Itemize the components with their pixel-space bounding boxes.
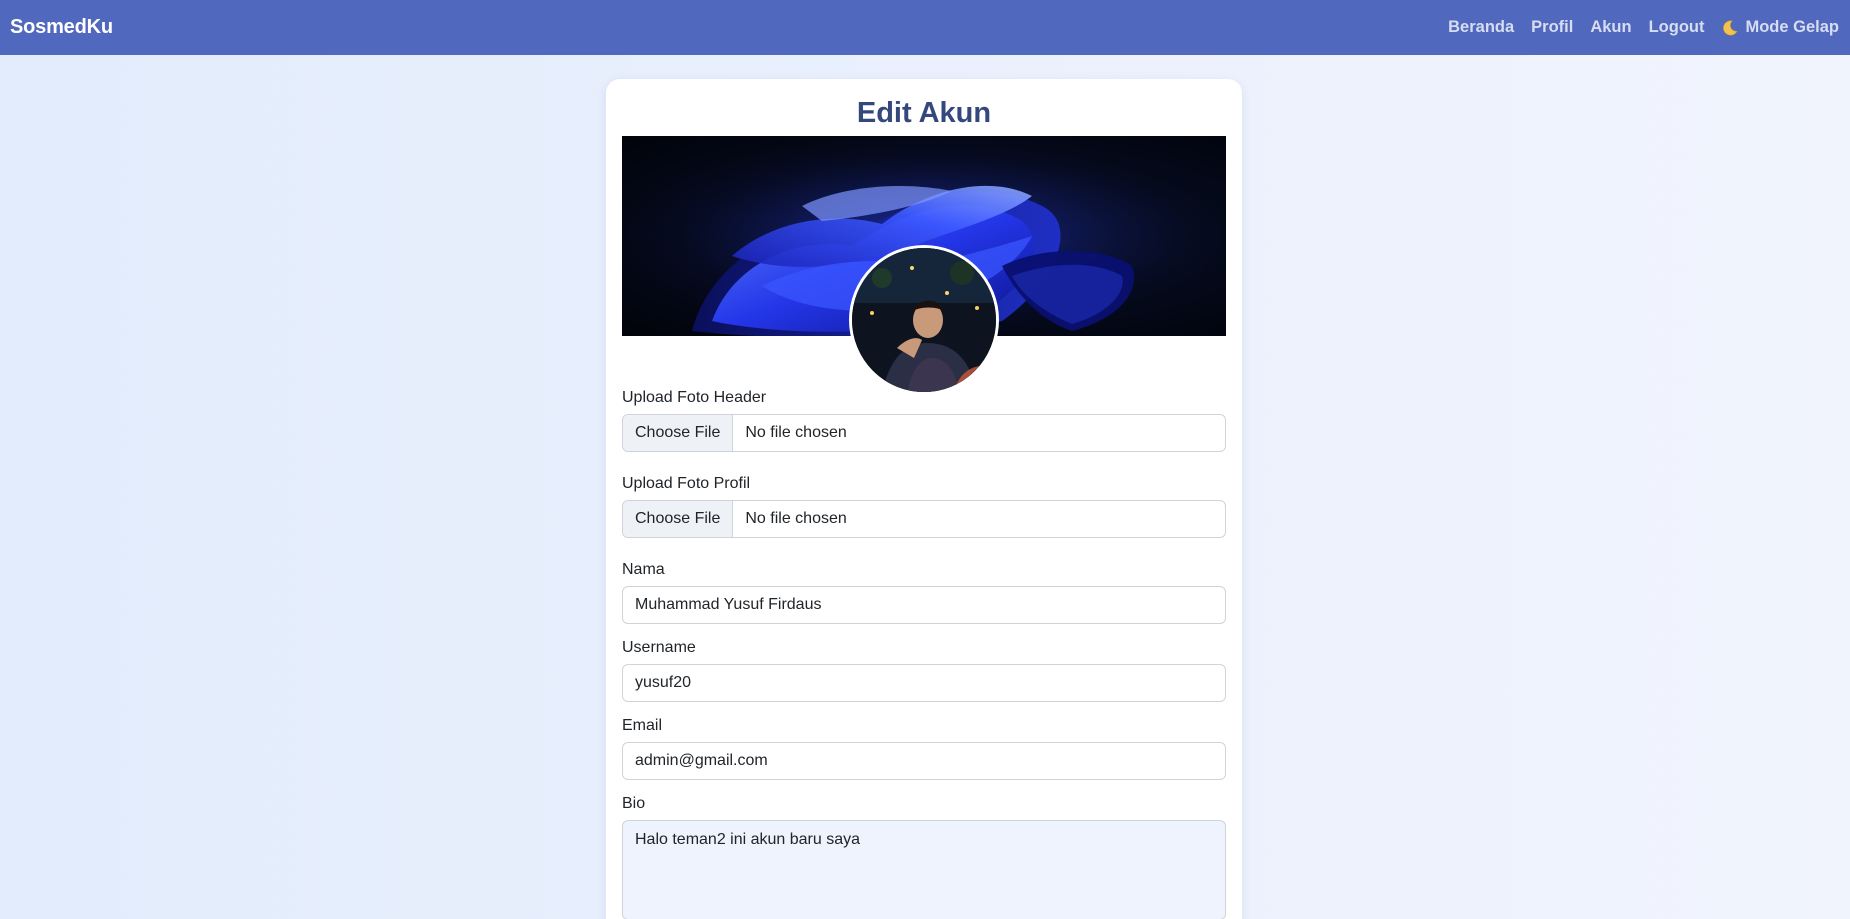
page-title: Edit Akun — [856, 97, 992, 129]
username-input[interactable] — [622, 664, 1226, 702]
bio-label: Bio — [622, 795, 646, 812]
name-field: Nama — [622, 561, 1226, 624]
header-upload-label: Upload Foto Header — [622, 389, 767, 406]
header-file-status: No file chosen — [745, 424, 847, 441]
nav-link-logout[interactable]: Logout — [1649, 18, 1705, 37]
profile-choose-file-button[interactable]: Choose File — [623, 501, 734, 537]
profile-file-status: No file chosen — [745, 510, 847, 527]
bio-textarea[interactable]: Halo teman2 ini akun baru saya — [622, 820, 1226, 919]
brand-logo[interactable]: SosmedKu — [10, 16, 113, 39]
email-field: Email — [622, 717, 1226, 780]
email-label: Email — [622, 717, 663, 734]
edit-account-card: Edit Akun Upload Foto Header Choose File… — [606, 79, 1242, 919]
nav-links: Beranda Profil Akun Logout Mode Gelap — [1448, 18, 1840, 37]
header-file-input[interactable]: Choose File No file chosen — [622, 414, 1226, 452]
name-input[interactable] — [622, 586, 1226, 624]
username-field: Username — [622, 639, 1226, 702]
nav-link-profil[interactable]: Profil — [1531, 18, 1573, 37]
top-navbar: SosmedKu Beranda Profil Akun Logout Mode… — [0, 0, 1850, 55]
avatar-photo — [852, 248, 996, 392]
dark-mode-toggle[interactable]: Mode Gelap — [1721, 18, 1839, 37]
dark-mode-label: Mode Gelap — [1745, 18, 1839, 36]
profile-avatar — [849, 245, 999, 395]
name-label: Nama — [622, 561, 665, 578]
header-choose-file-button[interactable]: Choose File — [623, 415, 734, 451]
profile-banner — [622, 136, 1226, 395]
nav-link-beranda[interactable]: Beranda — [1448, 18, 1514, 37]
nav-link-akun[interactable]: Akun — [1590, 18, 1631, 37]
username-label: Username — [622, 639, 696, 656]
moon-icon — [1723, 20, 1738, 35]
header-upload-field: Upload Foto Header Choose File No file c… — [622, 389, 1226, 452]
email-input[interactable] — [622, 742, 1226, 780]
profile-upload-label: Upload Foto Profil — [622, 475, 751, 492]
profile-upload-field: Upload Foto Profil Choose File No file c… — [622, 475, 1226, 538]
profile-file-input[interactable]: Choose File No file chosen — [622, 500, 1226, 538]
bio-field: Bio Halo teman2 ini akun baru saya — [622, 795, 1226, 919]
